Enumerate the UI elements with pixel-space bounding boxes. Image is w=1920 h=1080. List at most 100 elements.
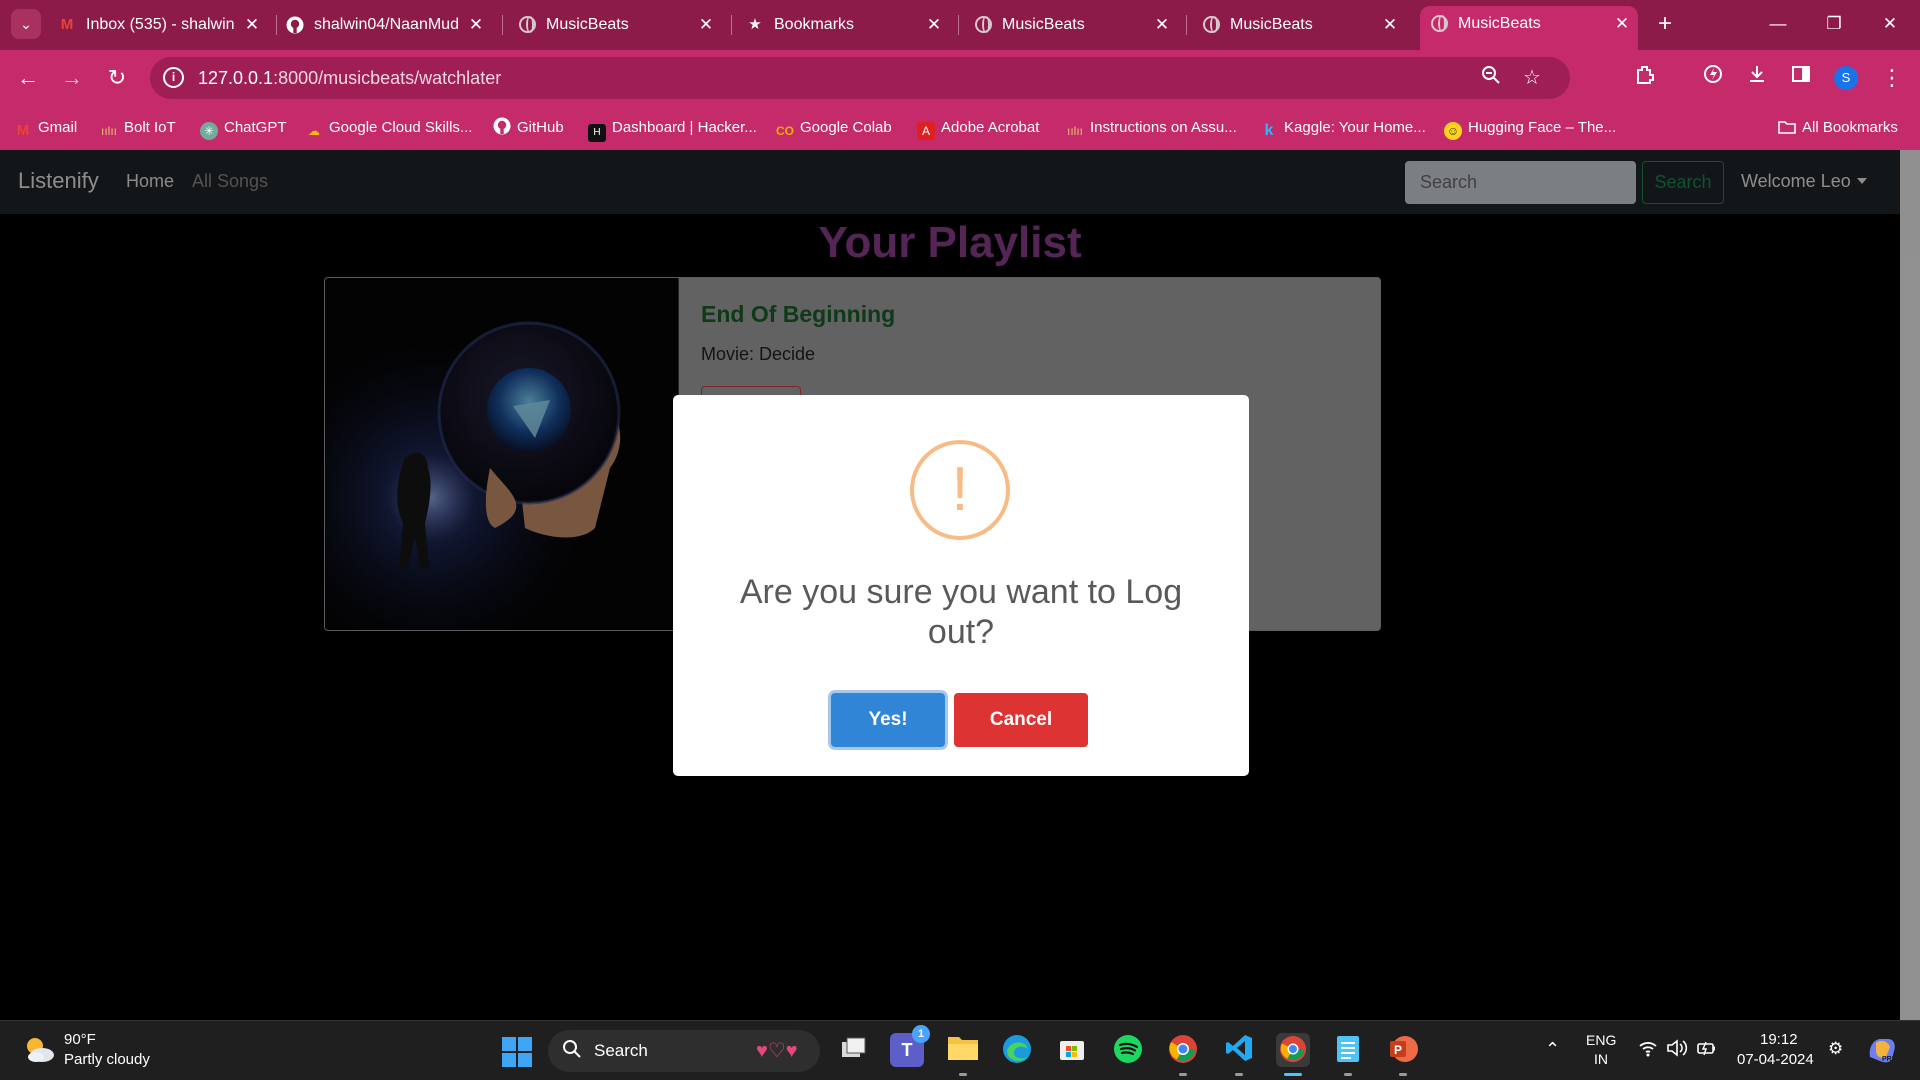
clock-date[interactable]: 07-04-2024: [1737, 1051, 1814, 1068]
bookmarks-bar: M Gmail ıılıı Bolt IoT ✳ ChatGPT ☁ Google Cl…: [0, 106, 1920, 150]
chrome-profile-icon[interactable]: [1166, 1033, 1200, 1067]
tab-musicbeats-1[interactable]: MusicBeats ✕: [518, 7, 722, 43]
google-cloud-icon: ☁: [308, 124, 320, 138]
bookmark-label: Hugging Face – The...: [1468, 119, 1617, 136]
bookmark-instructions[interactable]: ıılıı Instructions on Assu...: [1066, 106, 1237, 150]
running-indicator: [1179, 1073, 1187, 1076]
edge-icon[interactable]: [1000, 1033, 1034, 1067]
bookmark-gmail[interactable]: M Gmail: [14, 106, 77, 150]
cancel-button[interactable]: Cancel: [954, 693, 1088, 747]
side-panel-icon[interactable]: [1786, 63, 1816, 93]
tab-close-icon[interactable]: ✕: [464, 7, 488, 43]
running-indicator: [1399, 1073, 1407, 1076]
chrome-active-icon[interactable]: [1276, 1033, 1310, 1067]
zoom-icon[interactable]: [1478, 65, 1504, 91]
powerpoint-icon[interactable]: P: [1386, 1033, 1420, 1067]
language-line-1[interactable]: ENG: [1586, 1032, 1616, 1048]
weather-partly-cloudy-icon[interactable]: [22, 1033, 56, 1067]
tab-close-icon[interactable]: ✕: [1378, 7, 1402, 43]
file-explorer-icon[interactable]: [946, 1033, 980, 1067]
bookmark-adobe-acrobat[interactable]: A Adobe Acrobat: [917, 106, 1039, 150]
bookmark-star-icon[interactable]: ☆: [1519, 65, 1545, 91]
bookmark-google-colab[interactable]: CO Google Colab: [776, 106, 892, 150]
forward-button[interactable]: →: [57, 63, 87, 93]
svg-text:P: P: [1394, 1043, 1402, 1057]
copilot-icon[interactable]: PRE: [1866, 1035, 1898, 1068]
vscode-icon[interactable]: [1222, 1033, 1256, 1067]
star-icon: ★: [748, 16, 762, 33]
windows-taskbar: 90°F Partly cloudy Search ♥♡♥ T 1 P ⌃ EN…: [0, 1020, 1920, 1080]
running-indicator: [959, 1073, 967, 1076]
language-line-2[interactable]: IN: [1594, 1051, 1608, 1067]
show-hidden-icons[interactable]: ⌃: [1545, 1039, 1560, 1060]
tab-label: shalwin04/NaanMudhalvan: [314, 16, 458, 33]
bookmark-hugging-face[interactable]: ☺ Hugging Face – The...: [1444, 106, 1616, 150]
all-bookmarks[interactable]: All Bookmarks: [1778, 106, 1898, 150]
windows-start-button[interactable]: [502, 1037, 532, 1067]
hugging-face-icon: ☺: [1444, 122, 1462, 140]
waveform-icon: ıılıı: [1066, 124, 1083, 138]
microsoft-store-icon[interactable]: [1055, 1033, 1089, 1067]
performance-icon[interactable]: [1698, 63, 1728, 93]
spotify-icon[interactable]: [1111, 1033, 1145, 1067]
battery-icon[interactable]: [1696, 1038, 1718, 1061]
bookmark-label: Google Cloud Skills...: [329, 119, 473, 136]
tab-label: Bookmarks: [774, 16, 855, 33]
weather-description[interactable]: Partly cloudy: [64, 1051, 150, 1068]
restore-button[interactable]: ❐: [1814, 8, 1854, 40]
reload-button[interactable]: ↻: [102, 63, 132, 93]
tab-close-icon[interactable]: ✕: [694, 7, 718, 43]
new-tab-button[interactable]: +: [1650, 9, 1680, 39]
dialog-message: Are you sure you want to Log out?: [739, 573, 1183, 651]
browser-toolbar: ← → ↻ i 127.0.0.1:8000/musicbeats/watchl…: [0, 50, 1920, 106]
download-icon[interactable]: [1742, 63, 1772, 93]
profile-avatar[interactable]: S: [1834, 66, 1858, 90]
clock-time[interactable]: 19:12: [1760, 1031, 1798, 1048]
volume-icon[interactable]: [1666, 1038, 1688, 1061]
address-bar[interactable]: i 127.0.0.1:8000/musicbeats/watchlater ☆: [150, 57, 1570, 99]
bookmark-bolt-iot[interactable]: ıılıı Bolt IoT: [100, 106, 176, 150]
back-button[interactable]: ←: [13, 63, 43, 93]
tab-search-button[interactable]: ⌄: [11, 9, 41, 39]
tab-gmail[interactable]: M Inbox (535) - shalwin ✕: [58, 7, 268, 43]
url-path: :8000/musicbeats/watchlater: [273, 68, 502, 88]
tab-label: MusicBeats: [1002, 16, 1085, 33]
tab-musicbeats-active[interactable]: MusicBeats ✕: [1420, 6, 1638, 50]
tab-github[interactable]: shalwin04/NaanMudhalvan ✕: [286, 7, 492, 43]
tab-close-icon[interactable]: ✕: [1610, 6, 1634, 42]
tab-label: MusicBeats: [546, 16, 629, 33]
extensions-icon[interactable]: [1630, 63, 1660, 93]
confirm-logout-button[interactable]: Yes!: [831, 693, 945, 747]
tab-bookmarks[interactable]: ★ Bookmarks ✕: [746, 7, 950, 43]
taskbar-search[interactable]: Search ♥♡♥: [548, 1030, 820, 1072]
tab-close-icon[interactable]: ✕: [1150, 7, 1174, 43]
search-icon: [562, 1039, 582, 1065]
bookmark-github[interactable]: GitHub: [493, 106, 564, 150]
tab-separator: [731, 15, 732, 35]
teams-icon[interactable]: T 1: [890, 1025, 930, 1067]
wifi-icon[interactable]: [1638, 1039, 1658, 1062]
tab-musicbeats-3[interactable]: MusicBeats ✕: [1202, 7, 1406, 43]
bookmark-google-cloud[interactable]: ☁ Google Cloud Skills...: [305, 106, 472, 150]
task-view-icon[interactable]: [836, 1033, 870, 1067]
notepad-icon[interactable]: [1331, 1033, 1365, 1067]
bookmark-label: Google Colab: [800, 119, 892, 136]
tab-separator: [276, 15, 277, 35]
chatgpt-icon: ✳: [200, 122, 218, 140]
minimize-button[interactable]: —: [1758, 8, 1798, 40]
url-text[interactable]: 127.0.0.1:8000/musicbeats/watchlater: [198, 57, 501, 99]
bookmark-hackerrank[interactable]: H Dashboard | Hacker...: [588, 106, 757, 150]
tab-musicbeats-2[interactable]: MusicBeats ✕: [974, 7, 1178, 43]
svg-text:PRE: PRE: [1882, 1056, 1897, 1063]
tab-close-icon[interactable]: ✕: [240, 7, 264, 43]
more-menu-icon[interactable]: ⋮: [1877, 63, 1907, 93]
weather-temperature[interactable]: 90°F: [64, 1031, 96, 1048]
site-info-icon[interactable]: i: [163, 67, 184, 88]
close-window-button[interactable]: ✕: [1870, 8, 1910, 40]
tab-close-icon[interactable]: ✕: [922, 7, 946, 43]
bookmark-kaggle[interactable]: k Kaggle: Your Home...: [1260, 106, 1426, 150]
notification-settings-icon[interactable]: ⚙: [1828, 1039, 1843, 1059]
hackerrank-icon: H: [588, 124, 606, 142]
bookmark-chatgpt[interactable]: ✳ ChatGPT: [200, 106, 287, 150]
gmail-icon: M: [16, 122, 30, 139]
